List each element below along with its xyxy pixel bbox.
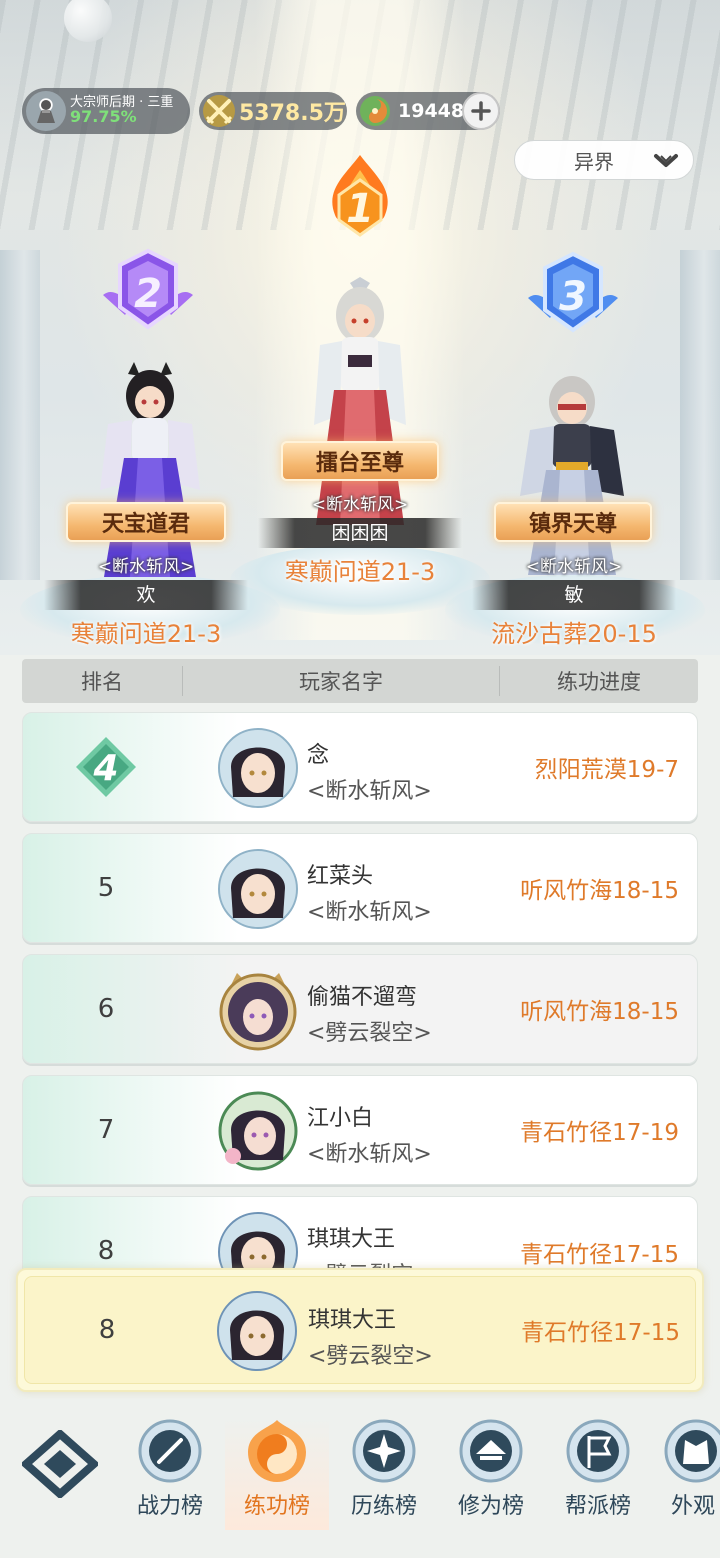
player-guild: <劈云裂空> bbox=[307, 1021, 432, 1046]
banner-icon bbox=[566, 1419, 630, 1483]
rank-3-character[interactable] bbox=[512, 370, 632, 575]
pillar-right bbox=[680, 250, 720, 580]
realm-filter-value: 异界 bbox=[574, 149, 614, 174]
yin-yang-icon bbox=[248, 1420, 306, 1482]
header-progress: 练功进度 bbox=[557, 670, 641, 694]
my-player-progress: 青石竹径17-15 bbox=[521, 1320, 680, 1346]
tab-experience[interactable]: 历练榜 bbox=[332, 1418, 436, 1530]
tab-practice[interactable]: 练功榜 bbox=[225, 1418, 329, 1530]
ranking-table-header: 排名 玩家名字 练功进度 bbox=[22, 659, 698, 703]
rank-2-character[interactable] bbox=[90, 362, 210, 577]
pillar-left bbox=[0, 250, 40, 580]
avatar[interactable] bbox=[217, 727, 299, 809]
rank-3-title: 镇界天尊 bbox=[494, 502, 652, 542]
my-player-guild: <劈云裂空> bbox=[308, 1344, 433, 1369]
star-compass-icon bbox=[352, 1419, 416, 1483]
rank-2-title: 天宝道君 bbox=[66, 502, 226, 542]
jade-value: 19448 bbox=[398, 100, 465, 122]
rank-2-guild: <断水斩风> bbox=[97, 557, 195, 577]
leaderboard-home-button[interactable] bbox=[19, 1428, 101, 1500]
my-rank-number: 8 bbox=[98, 1315, 116, 1345]
rank-1-badge: 1 bbox=[305, 150, 415, 250]
tab-label: 练功榜 bbox=[243, 1494, 310, 1519]
player-guild: <断水斩风> bbox=[307, 900, 432, 925]
player-progress: 青石竹径17-19 bbox=[520, 1120, 679, 1146]
table-row[interactable]: 5 红菜头 <断水斩风> 听风竹海18-15 bbox=[22, 833, 698, 943]
table-row[interactable]: 4 念 <断水斩风> 烈阳荒漠19-7 bbox=[22, 712, 698, 822]
rank-3-progress: 流沙古葬20-15 bbox=[491, 620, 657, 648]
my-player-name: 琪琪大王 bbox=[308, 1308, 397, 1333]
player-guild: <断水斩风> bbox=[307, 1142, 432, 1167]
player-progress: 烈阳荒漠19-7 bbox=[534, 757, 679, 783]
realm-filter-dropdown[interactable]: 异界 bbox=[514, 140, 694, 180]
realm-percent: 97.75% bbox=[70, 107, 137, 127]
costume-icon bbox=[664, 1419, 720, 1483]
tab-label: 修为榜 bbox=[457, 1494, 524, 1519]
tab-guild[interactable]: 帮派榜 bbox=[546, 1418, 650, 1530]
crossed-swords-icon bbox=[203, 95, 235, 127]
rank-1-guild: <断水斩风> bbox=[311, 495, 409, 515]
rank-3-name[interactable]: 敏 bbox=[472, 580, 676, 610]
player-progress: 听风竹海18-15 bbox=[520, 878, 679, 904]
cultivator-avatar-icon bbox=[26, 91, 66, 131]
table-row[interactable]: 6 偷猫不遛弯 <劈云裂空> 听风竹海18-15 bbox=[22, 954, 698, 1064]
rank-2-badge: 2 bbox=[95, 245, 201, 337]
avatar[interactable] bbox=[217, 969, 299, 1051]
rank-1-number: 1 bbox=[346, 186, 374, 232]
table-row[interactable]: 7 江小白 <断水斩风> 青石竹径17-19 bbox=[22, 1075, 698, 1185]
player-name: 红菜头 bbox=[307, 864, 374, 889]
chevron-down-icon bbox=[654, 154, 678, 167]
rank-number: 5 bbox=[97, 873, 115, 903]
rank-2-number: 2 bbox=[134, 271, 162, 317]
cultivation-status[interactable]: 大宗师后期 · 三重 97.75% bbox=[22, 88, 190, 134]
tab-label: 历练榜 bbox=[350, 1494, 417, 1519]
avatar[interactable] bbox=[217, 1090, 299, 1172]
add-jade-button[interactable] bbox=[462, 92, 500, 130]
rank-3-guild: <断水斩风> bbox=[525, 557, 623, 577]
my-rank-row[interactable]: 8 琪琪大王 <劈云裂空> 青石竹径17-15 bbox=[16, 1268, 704, 1392]
combat-power[interactable]: 5378.5万 bbox=[199, 92, 347, 130]
rank-4-badge-icon: 4 bbox=[76, 737, 136, 797]
tab-label: 外观 bbox=[671, 1494, 716, 1519]
jade-coin-icon bbox=[360, 96, 390, 126]
rank-1-progress: 寒巅问道21-3 bbox=[284, 558, 436, 586]
rank-4-number: 4 bbox=[92, 748, 118, 789]
player-name: 江小白 bbox=[307, 1106, 374, 1131]
sword-icon bbox=[138, 1419, 202, 1483]
hat-icon bbox=[459, 1419, 523, 1483]
rank-2-progress: 寒巅问道21-3 bbox=[70, 620, 222, 648]
tab-cultivation[interactable]: 修为榜 bbox=[439, 1418, 543, 1530]
jade-currency[interactable]: 19448 bbox=[356, 92, 500, 130]
tab-label: 帮派榜 bbox=[564, 1494, 631, 1519]
rank-number: 6 bbox=[97, 994, 115, 1024]
player-progress: 听风竹海18-15 bbox=[520, 999, 679, 1025]
rank-2-name[interactable]: 欢 bbox=[44, 580, 248, 610]
my-avatar[interactable] bbox=[216, 1290, 298, 1372]
bottom-nav: 战力榜 练功榜 历练榜 修为榜 帮派榜 外观 bbox=[0, 1400, 720, 1558]
header-player-name: 玩家名字 bbox=[182, 666, 500, 696]
player-guild: <断水斩风> bbox=[307, 779, 432, 804]
player-name: 偷猫不遛弯 bbox=[307, 985, 418, 1010]
rank-3-number: 3 bbox=[559, 274, 587, 320]
rank-1-title: 擂台至尊 bbox=[281, 441, 439, 481]
rank-3-badge: 3 bbox=[520, 248, 626, 340]
plus-icon bbox=[471, 101, 491, 121]
rank-number: 7 bbox=[97, 1115, 115, 1145]
power-value: 5378.5万 bbox=[239, 101, 346, 126]
tab-label: 战力榜 bbox=[136, 1494, 203, 1519]
tab-appearance[interactable]: 外观 bbox=[653, 1418, 720, 1530]
header-rank: 排名 bbox=[81, 670, 123, 694]
ranking-diamond-icon bbox=[19, 1428, 101, 1500]
rank-4-badge: 4 bbox=[23, 713, 189, 821]
avatar[interactable] bbox=[217, 848, 299, 930]
rank-1-name[interactable]: 困困困 bbox=[258, 518, 462, 548]
player-name: 念 bbox=[307, 743, 330, 768]
player-name: 琪琪大王 bbox=[307, 1227, 396, 1252]
tab-combat-power[interactable]: 战力榜 bbox=[118, 1418, 222, 1530]
